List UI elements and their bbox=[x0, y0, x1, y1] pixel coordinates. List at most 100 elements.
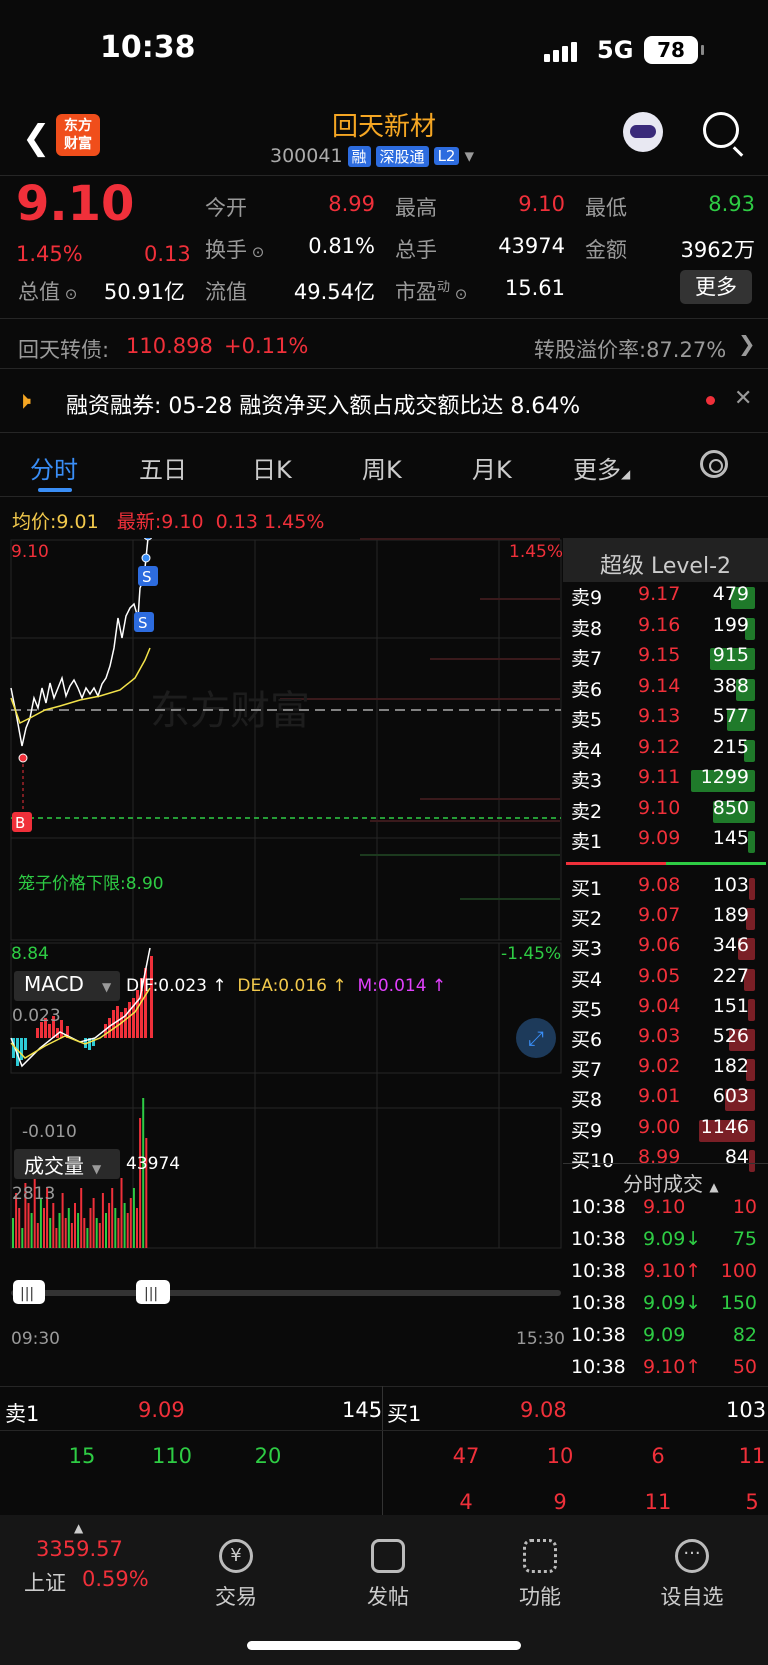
more-button[interactable]: 更多 bbox=[680, 270, 752, 304]
level-volume: 1146 bbox=[700, 1115, 749, 1138]
trades-title[interactable]: 分时成交 ▲ bbox=[623, 1168, 719, 1197]
level-label: 买4 bbox=[571, 968, 603, 991]
queue-order: 47 bbox=[452, 1444, 480, 1468]
price-change: 0.13 bbox=[144, 242, 191, 266]
index-value[interactable]: 3359.57 bbox=[36, 1537, 123, 1561]
orderbook-row[interactable]: 卖5 9.13 577 bbox=[563, 705, 763, 735]
gear-icon[interactable] bbox=[700, 450, 728, 478]
index-name: 上证 bbox=[24, 1571, 66, 1595]
volume-bar bbox=[117, 1218, 120, 1248]
tab-intraday[interactable]: 分时 bbox=[30, 450, 78, 485]
orderbook-row[interactable]: 买8 9.01 603 bbox=[563, 1085, 763, 1115]
tab-more[interactable]: 更多◢ bbox=[573, 450, 630, 485]
volume-bar bbox=[12, 1218, 14, 1248]
orderbook-row[interactable]: 买3 9.06 346 bbox=[563, 934, 763, 964]
volume-selector[interactable]: 成交量 ▼ bbox=[14, 1149, 120, 1179]
macd-selector[interactable]: MACD ▼ bbox=[14, 971, 120, 1001]
quote-value: 8.93 bbox=[708, 192, 755, 216]
orderbook-row[interactable]: 买2 9.07 189 bbox=[563, 904, 763, 934]
volume-bar bbox=[64, 1218, 67, 1248]
quote-label: 总值 ⊙ bbox=[18, 280, 78, 304]
queue-order: 9 bbox=[553, 1490, 567, 1514]
svg-text:|||: ||| bbox=[20, 1286, 34, 1302]
chevron-right-icon[interactable]: ❯ bbox=[738, 332, 756, 356]
nav-trade[interactable]: ¥ 交易 bbox=[176, 1527, 296, 1611]
queue-order: 15 bbox=[68, 1444, 96, 1468]
level-label: 买10 bbox=[571, 1149, 615, 1172]
nav-post[interactable]: 发帖 bbox=[328, 1527, 448, 1611]
orderbook-row[interactable]: 卖3 9.11 1299 bbox=[563, 766, 763, 796]
volume-bar bbox=[58, 1213, 61, 1248]
quote-label: 流值 bbox=[205, 280, 247, 304]
nav-functions[interactable]: 功能 bbox=[480, 1527, 600, 1611]
volume-bar bbox=[74, 1203, 76, 1248]
tab-daily[interactable]: 日K bbox=[252, 450, 292, 485]
tag-l2: L2 bbox=[433, 147, 460, 165]
stock-header: ❮ 东方 财富 回天新材 300041 融 深股通 L2 ▾ bbox=[0, 100, 768, 175]
level-price: 9.13 bbox=[638, 705, 681, 727]
level-volume: 915 bbox=[712, 644, 749, 666]
orderbook-row[interactable]: 卖7 9.15 915 bbox=[563, 644, 763, 674]
volume-bar bbox=[89, 1208, 92, 1248]
stock-code-row[interactable]: 300041 融 深股通 L2 ▾ bbox=[270, 145, 474, 167]
queue-sell-price: 9.09 bbox=[138, 1398, 185, 1422]
level-volume: 151 bbox=[712, 994, 749, 1017]
nav-watchlist[interactable]: ··· 设自选 bbox=[632, 1527, 752, 1611]
volume-bar bbox=[49, 1218, 52, 1248]
orderbook-row[interactable]: 买7 9.02 182 bbox=[563, 1055, 763, 1085]
search-icon[interactable] bbox=[703, 112, 739, 148]
macd-top: 0.023 bbox=[12, 1006, 61, 1026]
level-volume: 199 bbox=[712, 613, 749, 636]
level-price: 9.17 bbox=[638, 583, 681, 605]
tab-monthly[interactable]: 月K bbox=[472, 450, 512, 485]
volume-bar bbox=[120, 1178, 123, 1248]
level-label: 卖8 bbox=[571, 617, 603, 640]
tab-five-day[interactable]: 五日 bbox=[139, 450, 187, 485]
tab-weekly[interactable]: 周K bbox=[362, 450, 402, 485]
intraday-chart[interactable]: 东方财富 S S B ||| ||| bbox=[0, 538, 563, 1318]
volume-bar bbox=[92, 1198, 95, 1248]
orderbook-row[interactable]: 卖6 9.14 388 bbox=[563, 675, 763, 705]
orderbook-row[interactable]: 买4 9.05 227 bbox=[563, 965, 763, 995]
home-indicator bbox=[247, 1641, 521, 1650]
level-label: 买6 bbox=[571, 1029, 603, 1051]
orderbook-row[interactable]: 买9 9.00 1146 bbox=[563, 1116, 763, 1146]
level-volume: 103 bbox=[712, 874, 749, 896]
orderbook-row[interactable]: 卖4 9.12 215 bbox=[563, 736, 763, 766]
level-label: 买9 bbox=[571, 1119, 603, 1142]
orderbook-row[interactable]: 买6 9.03 526 bbox=[563, 1025, 763, 1055]
volume-bar bbox=[132, 1188, 135, 1248]
trade-row: 10:38 9.09↓ 150 bbox=[571, 1292, 757, 1314]
trade-row: 10:38 9.09↓ 75 bbox=[571, 1228, 757, 1250]
macd-bottom: -0.010 bbox=[22, 1122, 77, 1142]
signal-icon bbox=[544, 42, 577, 62]
level-volume: 84 bbox=[724, 1145, 749, 1168]
orderbook-row[interactable]: 买5 9.04 151 bbox=[563, 995, 763, 1025]
robot-assistant-icon[interactable] bbox=[623, 112, 663, 152]
expand-icon[interactable]: ⤢ bbox=[516, 1018, 556, 1058]
orderbook-row[interactable]: 买1 9.08 103 bbox=[563, 874, 763, 904]
close-icon[interactable]: ✕ bbox=[734, 386, 752, 411]
level-price: 9.10 bbox=[638, 796, 681, 819]
level-label: 卖4 bbox=[571, 739, 603, 762]
volume-bar bbox=[123, 1203, 126, 1248]
orderbook-row[interactable]: 卖2 9.10 850 bbox=[563, 797, 763, 827]
dropdown-icon[interactable]: ▾ bbox=[464, 145, 474, 167]
more-dots-icon: ··· bbox=[675, 1539, 709, 1573]
chart-low-pct: -1.45% bbox=[501, 944, 562, 964]
volume-bar bbox=[27, 1203, 30, 1248]
tag-margin: 融 bbox=[347, 145, 371, 167]
volume-bar bbox=[39, 1198, 42, 1248]
sell-marker: S bbox=[138, 614, 148, 632]
quote-value: 8.99 bbox=[328, 192, 375, 216]
level-label: 买7 bbox=[571, 1059, 603, 1082]
orderbook-row[interactable]: 卖1 9.09 145 bbox=[563, 827, 763, 857]
notice-text[interactable]: 融资融券: 05-28 融资净买入额占成交额比达 8.64% bbox=[66, 388, 580, 420]
volume-bar bbox=[108, 1203, 111, 1248]
orderbook-row[interactable]: 卖8 9.16 199 bbox=[563, 614, 763, 644]
orderbook-row[interactable]: 卖9 9.17 479 bbox=[563, 583, 763, 613]
yen-icon: ¥ bbox=[219, 1539, 253, 1573]
level-volume: 227 bbox=[712, 964, 749, 987]
bond-premium[interactable]: 转股溢价率:87.27% bbox=[534, 334, 726, 364]
level-volume: 388 bbox=[712, 674, 749, 697]
